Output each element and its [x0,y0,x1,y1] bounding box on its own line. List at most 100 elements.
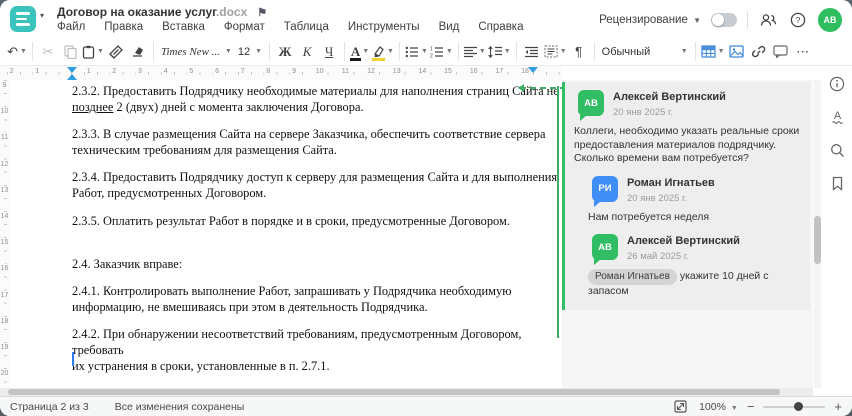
first-line-indent-marker[interactable] [67,67,77,73]
favorite-flag-icon[interactable]: ⚑ [257,7,267,19]
nonprinting-chars-button[interactable]: ¶ [568,41,590,63]
comment-author: Алексей Вертинский [613,91,726,103]
user-avatar[interactable]: АВ [818,8,842,32]
divider [32,42,33,61]
divider [398,42,400,61]
copy-button[interactable] [59,41,81,63]
paragraph-frame-button[interactable]: ▼ [543,41,568,63]
paste-button[interactable]: ▼ [81,41,105,63]
right-indent-marker[interactable] [528,67,538,73]
insert-link-button[interactable] [748,41,770,63]
menu-format[interactable]: Формат [224,21,265,33]
svg-text:А: А [833,110,841,122]
bold-button[interactable]: Ж [274,41,296,63]
highlight-color-button[interactable]: ▼ [371,41,395,63]
document-title: Договор на оказание услуг.docx ⚑ [57,5,268,19]
commented-text[interactable]: позднее [72,100,113,114]
paragraph-2-4-2: 2.4.2. При обнаружении несоответствий тр… [72,326,522,374]
bookmark-icon[interactable] [827,173,847,193]
paragraph-2-3-5: 2.3.5. Оплатить результат Работ в порядк… [72,213,510,228]
more-tools-button[interactable]: ⋯ [792,41,814,63]
line-spacing-button[interactable]: ▼ [487,41,512,63]
menu-insert[interactable]: Вставка [162,21,205,33]
divider [344,42,346,61]
page-counter[interactable]: Страница 2 из 3 [10,401,89,413]
menu-tools[interactable]: Инструменты [348,21,420,33]
bullet-list-button[interactable]: ▼ [404,41,429,63]
spellcheck-icon[interactable]: А [827,107,847,127]
right-sidebar-rail: А [822,66,852,388]
app-window: ▾ Договор на оказание услуг.docx ⚑ Файл П… [0,0,852,416]
menu-help[interactable]: Справка [478,21,523,33]
comment-thread-card[interactable]: АВ Алексей Вертинский 20 янв 2025 г. Кол… [562,82,810,310]
font-color-button[interactable]: А ▼ [349,41,371,63]
insert-image-button[interactable] [726,41,748,63]
zoom-out-button[interactable]: − [747,399,755,414]
collaboration-users-icon[interactable] [758,10,778,30]
insert-table-button[interactable]: ▼ [700,41,726,63]
paragraph-style-select[interactable]: Обычный ▼ [599,46,691,58]
horizontal-scrollbar[interactable] [0,388,813,396]
document-page[interactable]: 2.3.2. Предоставить Подрядчику необходим… [9,80,562,388]
underline-button[interactable]: Ч [318,41,340,63]
horizontal-scrollbar-thumb[interactable] [8,389,780,395]
menu-file[interactable]: Файл [57,21,85,33]
clear-style-button[interactable] [127,41,149,63]
comment-date: 20 янв 2025 г. [613,107,674,118]
divider [457,42,459,61]
font-name-select[interactable]: Times New ... ▼ [158,46,235,58]
comment-root: АВ Алексей Вертинский 20 янв 2025 г. Кол… [574,90,800,166]
comment-text: Нам потребуется неделя [588,210,710,223]
zoom-value[interactable]: 100% ▼ [699,401,738,413]
svg-text:?: ? [796,15,801,25]
cut-button[interactable]: ✂ [37,41,59,63]
decrease-indent-button[interactable] [521,41,543,63]
mention-pill[interactable]: Роман Игнатьев [588,269,677,285]
font-size-select[interactable]: 12 ▼ [235,46,265,58]
search-icon[interactable] [827,140,847,160]
divider [515,42,517,61]
app-logo-icon[interactable] [10,6,36,32]
horizontal-ruler[interactable]: 2 1 1 2 3 4 5 6 7 8 9 10 11 12 13 14 15 16 17 18 [0,66,562,81]
zoom-slider[interactable] [763,402,826,411]
comment-avatar: АВ [592,234,618,265]
divider [269,42,271,61]
status-bar: Страница 2 из 3 Все изменения сохранены … [0,396,852,416]
insert-comment-button[interactable] [770,41,792,63]
undo-button[interactable]: ↶ ▼ [6,41,28,63]
menu-view[interactable]: Вид [439,21,460,33]
document-extension: .docx [215,5,248,19]
help-icon[interactable]: ? [788,10,808,30]
comment-reply: АВ Алексей Вертинский 26 май 2025 г. Ром… [588,234,800,298]
divider [152,42,154,61]
italic-button[interactable]: К [296,41,318,63]
zoom-in-button[interactable]: + [834,399,842,414]
vertical-scrollbar-thumb[interactable] [814,216,821,264]
save-status: Все изменения сохранены [114,400,245,413]
divider [593,42,595,61]
paragraph-2-4: 2.4. Заказчик вправе: [72,256,183,271]
comment-text: Коллеги, необходимо указать реальные сро… [574,125,800,164]
paragraph-2-3-4: 2.3.4. Предоставить Подрядчику доступ к … [72,170,558,201]
review-mode-dropdown[interactable]: Рецензирование ▼ [599,14,701,26]
comment-date: 20 янв 2025 г. [627,192,688,204]
logo-caret-icon[interactable]: ▾ [40,11,44,20]
comment-avatar: РИ [592,175,618,207]
vertical-scrollbar[interactable] [814,80,821,388]
document-text: 2.3.2. Предоставить Подрядчику необходим… [72,83,562,385]
divider [694,42,696,61]
text-cursor [72,352,74,366]
menu-edit[interactable]: Правка [104,21,143,33]
chevron-down-icon: ▼ [693,16,701,25]
fit-width-icon[interactable] [670,397,690,416]
menu-table[interactable]: Таблица [284,21,329,33]
format-painter-button[interactable] [105,41,127,63]
comment-reply: РИ Роман Игнатьев 20 янв 2025 г. Нам пот… [588,175,800,225]
comment-range-line [557,86,559,338]
review-toggle[interactable] [711,13,737,27]
align-button[interactable]: ▼ [463,41,487,63]
zoom-slider-handle[interactable] [794,402,804,411]
divider [747,11,748,29]
numbered-list-button[interactable]: 12 ▼ [429,41,454,63]
about-info-icon[interactable] [827,74,847,94]
